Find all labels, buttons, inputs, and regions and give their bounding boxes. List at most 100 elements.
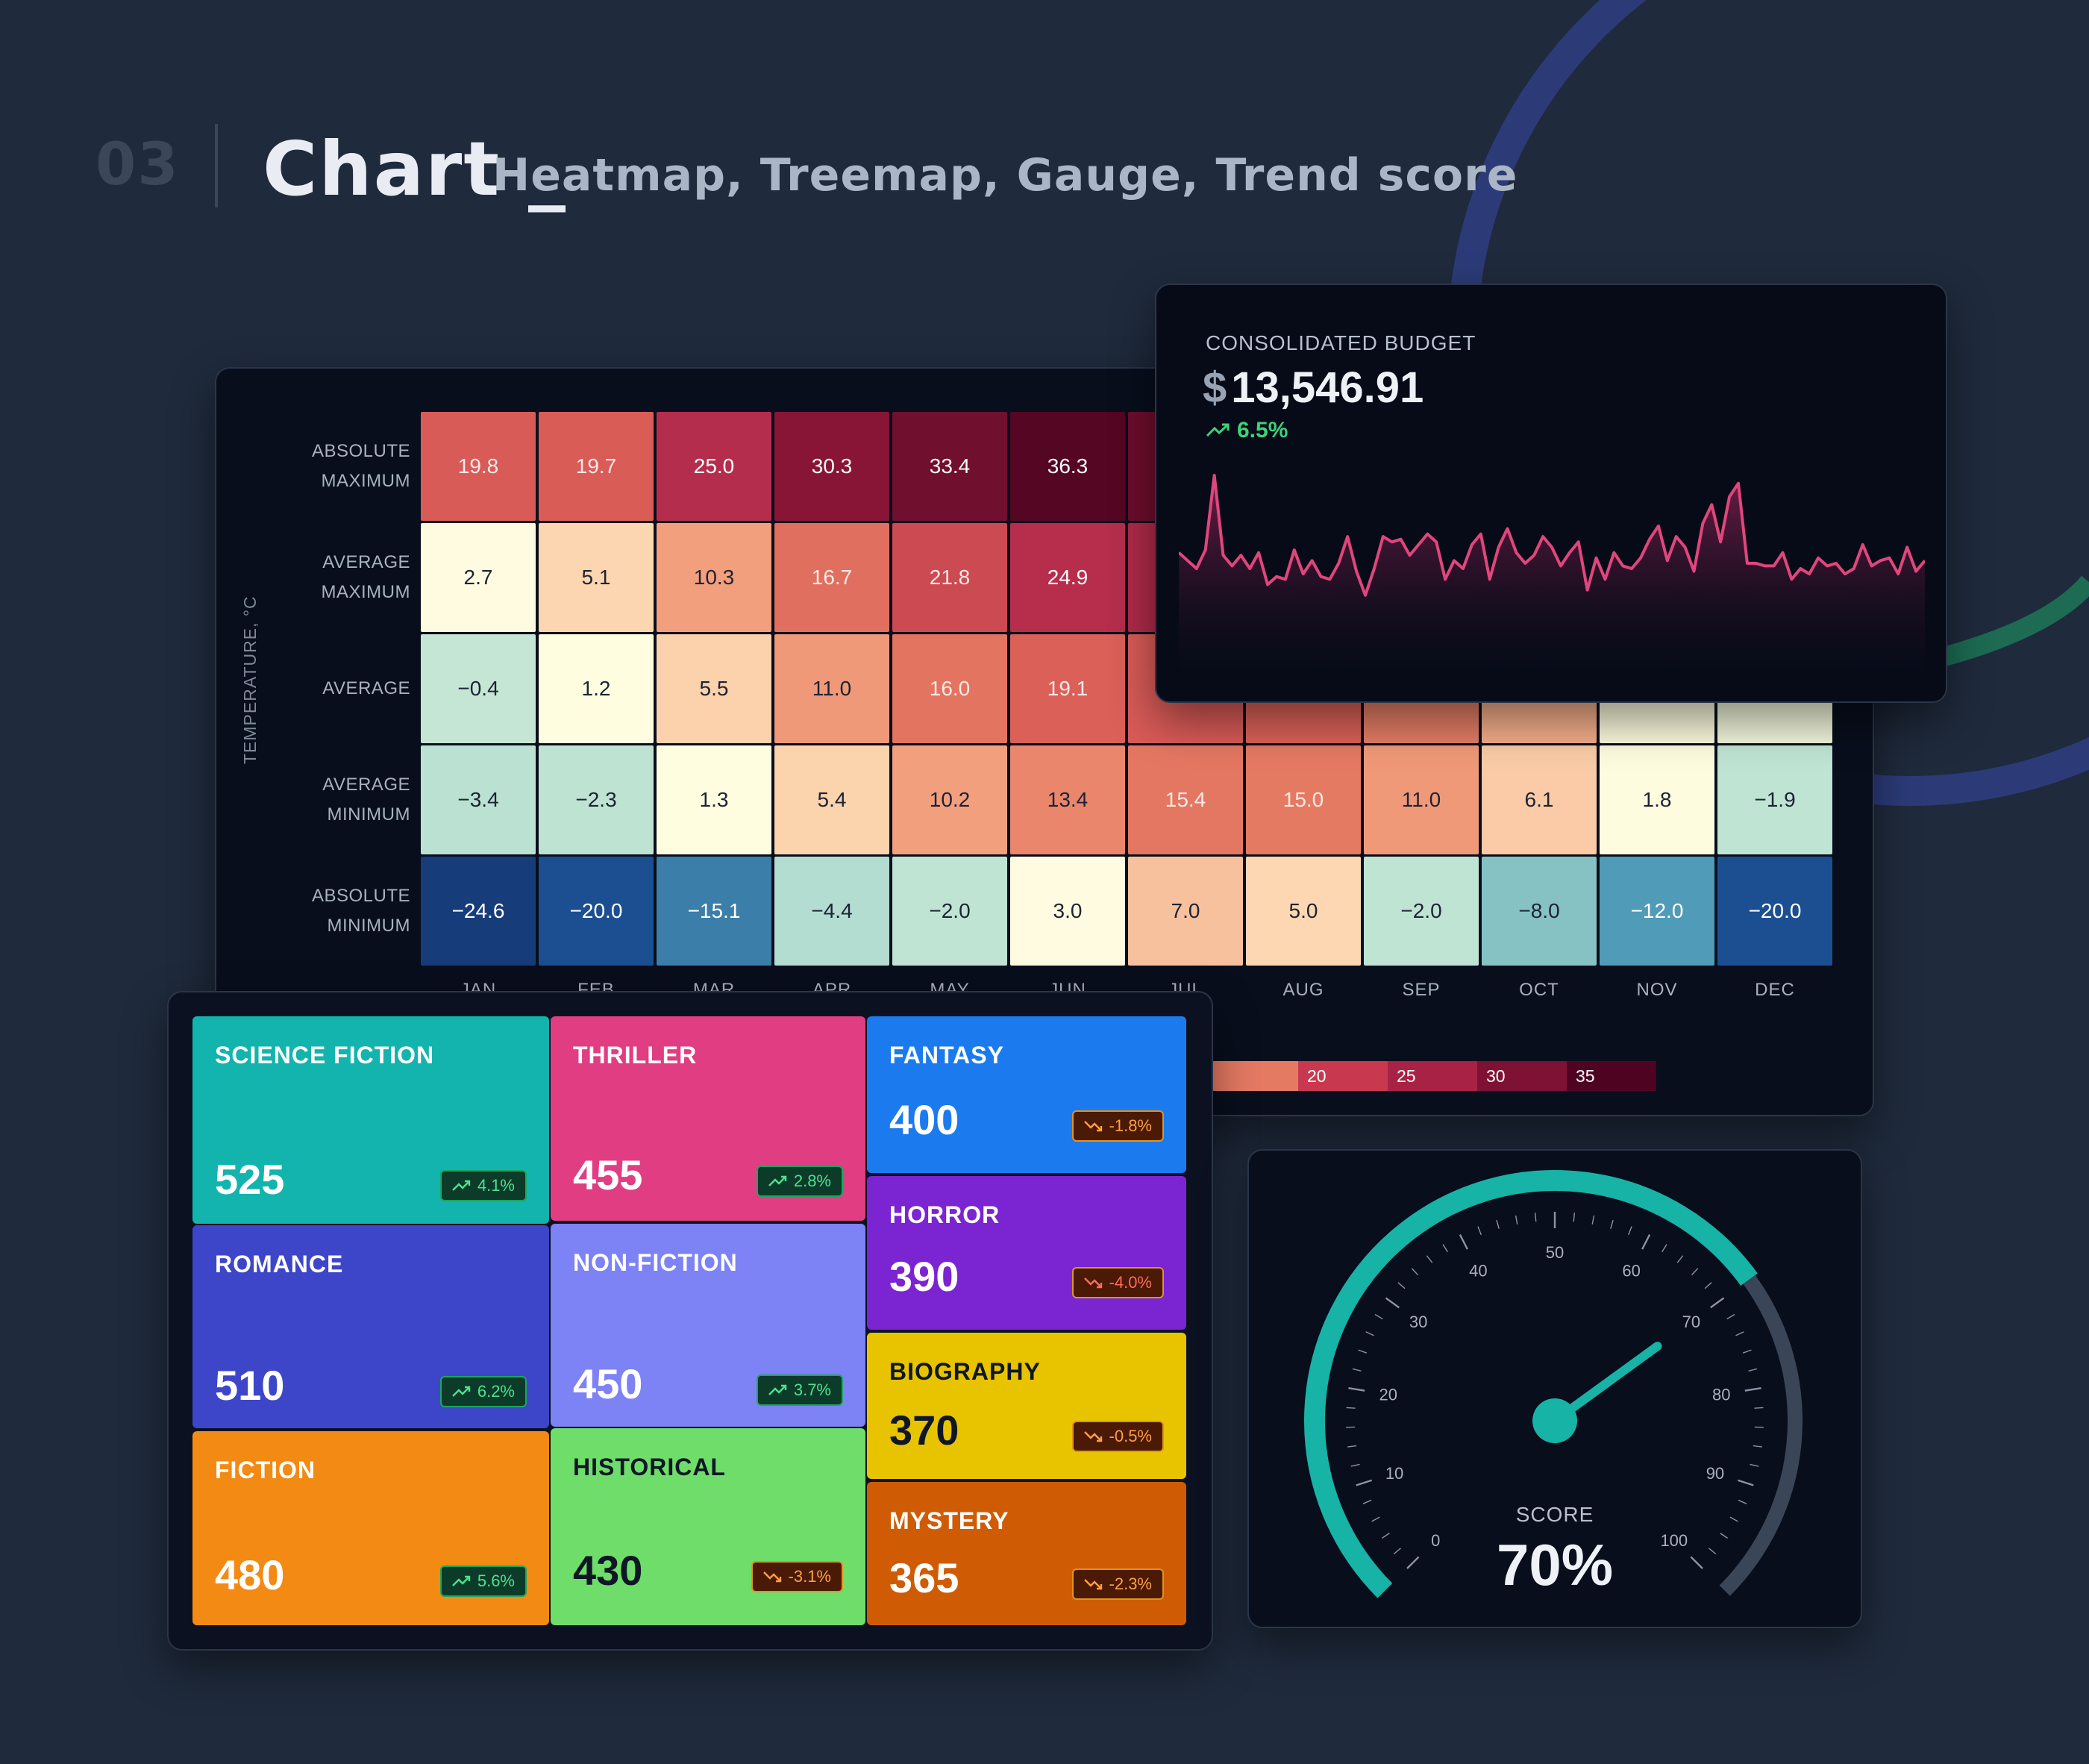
heatmap-cell[interactable]: 36.3 [1010,412,1125,521]
budget-trend-value: 6.5% [1237,418,1288,442]
heatmap-legend-segment: 35 [1567,1061,1656,1091]
row-label-line: ABSOLUTE [311,440,410,461]
row-label-line: MINIMUM [327,915,410,936]
heatmap-cell[interactable]: 2.7 [421,523,536,632]
gauge-card: 0 10 20 30 40 50 60 70 80 90 100 SCORE 70% [1247,1149,1862,1628]
trend-down-icon [1083,1579,1102,1590]
gauge-tick [1610,1219,1614,1229]
heatmap-cell[interactable]: 5.1 [539,523,654,632]
heatmap-cell[interactable]: −24.6 [421,857,536,966]
gauge-tick [1676,1255,1684,1263]
section-number: 03 [95,131,180,198]
heatmap-cell[interactable]: 11.0 [774,634,889,743]
gauge-tick [1426,1255,1433,1263]
treemap-tile[interactable]: HISTORICAL 430 -3.1% [551,1428,865,1625]
heatmap-cell[interactable]: −8.0 [1482,857,1597,966]
gauge-tick [1591,1215,1595,1225]
heatmap-cell[interactable]: 10.2 [892,745,1007,854]
heatmap-cell[interactable]: −2.0 [1364,857,1479,966]
trend-up-icon [451,1180,471,1191]
heatmap-cell[interactable]: 19.7 [539,412,654,521]
heatmap-row-label: AVERAGE MAXIMUM [216,548,410,607]
heatmap-cell[interactable]: 16.0 [892,634,1007,743]
heatmap-cell[interactable]: −3.4 [421,745,536,854]
gauge-tick-label: 80 [1712,1386,1730,1404]
change-value: 6.2% [477,1382,515,1401]
treemap-tile[interactable]: THRILLER 455 2.8% [551,1016,865,1221]
trend-down-icon [1083,1277,1102,1289]
gauge-tick [1738,1479,1754,1486]
treemap-change-badge: -3.1% [751,1561,843,1592]
treemap-tile-value: 365 [889,1554,959,1601]
header-divider [215,124,218,207]
gauge-label: SCORE [1515,1503,1594,1526]
heatmap-cell[interactable]: −12.0 [1600,857,1714,966]
heatmap-cell[interactable]: 3.0 [1010,857,1125,966]
heatmap-cell[interactable]: −20.0 [539,857,654,966]
heatmap-cell[interactable]: −15.1 [657,857,771,966]
heatmap-cell[interactable]: 24.9 [1010,523,1125,632]
heatmap-cell[interactable]: −1.9 [1717,745,1832,854]
heatmap-cell[interactable]: 11.0 [1364,745,1479,854]
treemap-tile[interactable]: SCIENCE FICTION 525 4.1% [192,1016,549,1224]
treemap-tile-value: 455 [573,1151,643,1198]
trend-up-icon [451,1575,471,1586]
trend-down-icon [1083,1121,1102,1132]
heatmap-cell[interactable]: 19.1 [1010,634,1125,743]
gauge-tick [1704,1282,1712,1289]
gauge-tick [1477,1226,1482,1236]
heatmap-cell[interactable]: 5.0 [1246,857,1361,966]
treemap-tile-value: 510 [215,1362,285,1409]
trend-up-icon [451,1386,471,1397]
treemap-tile-value: 370 [889,1407,959,1454]
gauge-tick-label: 10 [1385,1464,1403,1483]
treemap-tile-name: MYSTERY [889,1507,1009,1534]
heatmap-cell[interactable]: 1.8 [1600,745,1714,854]
treemap-tile[interactable]: FANTASY 400 -1.8% [867,1016,1186,1173]
heatmap-cell[interactable]: −0.4 [421,634,536,743]
change-value: 3.7% [793,1380,831,1399]
heatmap-cell[interactable]: 13.4 [1010,745,1125,854]
treemap-tile[interactable]: MYSTERY 365 -2.3% [867,1482,1186,1625]
trend-down-icon [1083,1431,1102,1442]
gauge-tick [1374,1313,1383,1320]
budget-area-chart [1179,474,1925,673]
heatmap-cell[interactable]: 7.0 [1128,857,1243,966]
gauge-tick [1641,1233,1651,1250]
gauge-tick-label: 50 [1546,1243,1564,1262]
heatmap-cell[interactable]: 15.4 [1128,745,1243,854]
heatmap-cell[interactable]: −20.0 [1717,857,1832,966]
treemap-tile-name: HISTORICAL [573,1454,726,1480]
heatmap-cell[interactable]: 30.3 [774,412,889,521]
treemap-card: SCIENCE FICTION 525 4.1% ROMANCE 510 6.2% FICT… [167,991,1213,1651]
treemap-tile[interactable]: ROMANCE 510 6.2% [192,1225,549,1428]
trend-up-icon [1206,423,1230,437]
heatmap-cell[interactable]: 19.8 [421,412,536,521]
gauge-tick [1735,1331,1744,1336]
heatmap-cell[interactable]: 1.2 [539,634,654,743]
heatmap-cell[interactable]: 33.4 [892,412,1007,521]
row-label-line: AVERAGE [322,774,410,795]
treemap-tile[interactable]: HORROR 390 -4.0% [867,1176,1186,1330]
heatmap-cell[interactable]: 6.1 [1482,745,1597,854]
heatmap-cell[interactable]: 16.7 [774,523,889,632]
heatmap-cell[interactable]: 25.0 [657,412,771,521]
heatmap-cell[interactable]: −2.3 [539,745,654,854]
heatmap-cell[interactable]: −4.4 [774,857,889,966]
heatmap-cell[interactable]: 21.8 [892,523,1007,632]
treemap-tile[interactable]: NON-FICTION 450 3.7% [551,1224,865,1427]
heatmap-cell[interactable]: 5.5 [657,634,771,743]
heatmap-cell[interactable]: 5.4 [774,745,889,854]
treemap-tile[interactable]: BIOGRAPHY 370 -0.5% [867,1333,1186,1479]
gauge-tick [1753,1445,1762,1448]
heatmap-cell[interactable]: 15.0 [1246,745,1361,854]
heatmap-cell[interactable]: 1.3 [657,745,771,854]
gauge-tick [1352,1368,1362,1372]
trend-up-icon [768,1175,787,1186]
heatmap-cell[interactable]: −2.0 [892,857,1007,966]
treemap-change-badge: -0.5% [1071,1421,1164,1452]
budget-value: $13,546.91 [1203,363,1424,413]
treemap-tile[interactable]: FICTION 480 5.6% [192,1431,549,1625]
heatmap-cell[interactable]: 10.3 [657,523,771,632]
gauge-tick [1744,1387,1761,1392]
